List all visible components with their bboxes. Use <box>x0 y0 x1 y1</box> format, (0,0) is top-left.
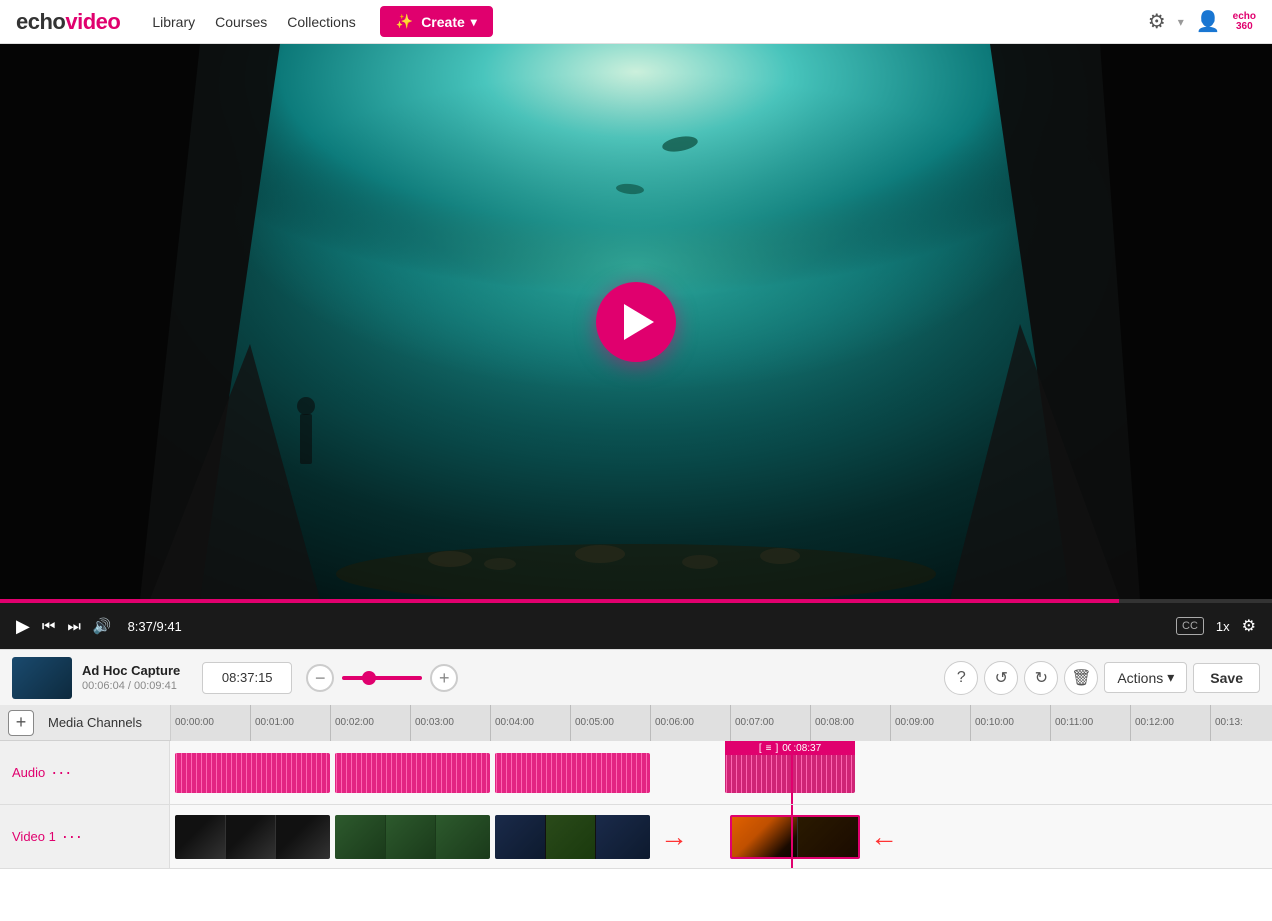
arrow-left-icon: ← <box>870 821 898 853</box>
ruler-tick-0: 00:00:00 <box>171 705 251 741</box>
capture-thumbnail <box>12 657 72 699</box>
capture-title: Ad Hoc Capture <box>82 663 180 678</box>
rewind-button[interactable]: ⏮ <box>42 618 56 635</box>
ruler-tick-12: 00:12:00 <box>1131 705 1211 741</box>
video-player[interactable] <box>0 44 1272 599</box>
controls-right: CC 1x ⚙ <box>1176 616 1256 636</box>
play-icon <box>624 304 654 340</box>
undo-button[interactable]: ↺ <box>984 661 1018 695</box>
ruler-tick-11: 00:11:00 <box>1051 705 1131 741</box>
actions-label: Actions <box>1117 670 1163 686</box>
ruler-tick-9: 00:09:00 <box>891 705 971 741</box>
ruler-tick-1: 00:01:00 <box>251 705 331 741</box>
media-channels-label: Media Channels <box>48 715 142 730</box>
audio-track-row: Audio ··· [ ≡ ] 00 <box>0 741 1272 805</box>
ruler-tick-2: 00:02:00 <box>331 705 411 741</box>
create-label: Create <box>421 14 465 30</box>
timeline-ruler: 00:00:00 00:01:00 00:02:00 00:03:00 00:0… <box>170 705 1272 741</box>
audio-waveform-4 <box>725 753 855 793</box>
ruler-tick-13: 00:13: <box>1211 705 1272 741</box>
audio-track-content[interactable]: [ ≡ ] 00:08:37 <box>170 741 1272 804</box>
ruler-tick-8: 00:08:00 <box>811 705 891 741</box>
zoom-out-button[interactable]: − <box>306 664 334 692</box>
echo360-badge: echo 360 <box>1233 12 1256 32</box>
ruler-tick-5: 00:05:00 <box>571 705 651 741</box>
video-block-selected <box>730 815 860 859</box>
actions-chevron: ▾ <box>1167 669 1174 686</box>
controls-bar: ▶ ⏮ ⏭ 🔊 8:37/9:41 CC 1x ⚙ <box>0 603 1272 649</box>
settings-chevron: ▾ <box>1178 15 1184 29</box>
ruler-tick-6: 00:06:00 <box>651 705 731 741</box>
video-label: Video 1 <box>12 829 56 844</box>
redo-button[interactable]: ↻ <box>1024 661 1058 695</box>
create-button[interactable]: ✨ Create ▾ <box>380 6 493 37</box>
zoom-slider[interactable] <box>342 676 422 680</box>
audio-waveform-3 <box>495 753 650 793</box>
settings-control[interactable]: ⚙ <box>1242 616 1256 636</box>
ruler-tick-3: 00:03:00 <box>411 705 491 741</box>
video-block-3 <box>495 815 650 859</box>
video-more-button[interactable]: ··· <box>62 826 83 847</box>
nav-link-library[interactable]: Library <box>152 14 195 30</box>
bracket-right-icon: ] <box>775 743 778 754</box>
playhead-video <box>791 805 793 868</box>
logo-video: video <box>65 9 120 35</box>
time-input[interactable] <box>202 662 292 694</box>
cc-button[interactable]: CC <box>1176 617 1204 635</box>
active-time: 00:08:37 <box>782 743 821 754</box>
progress-bar[interactable] <box>0 599 1272 603</box>
ruler-tick-4: 00:04:00 <box>491 705 571 741</box>
save-button[interactable]: Save <box>1193 663 1260 693</box>
video-block-2 <box>335 815 490 859</box>
logo[interactable]: echovideo <box>16 9 120 35</box>
editor-tools: ? ↺ ↻ 🗑 Actions ▾ Save <box>944 661 1260 695</box>
zoom-controls: − + <box>306 664 458 692</box>
time-display: 8:37/9:41 <box>128 619 182 634</box>
audio-label: Audio <box>12 765 45 780</box>
active-block-header: [ ≡ ] 00:08:37 <box>725 741 855 755</box>
chevron-down-icon: ▾ <box>471 15 477 29</box>
user-icon[interactable]: 👤 <box>1196 9 1221 34</box>
ruler-tick-7: 00:07:00 <box>731 705 811 741</box>
bracket-left-icon: [ <box>759 743 762 754</box>
help-button[interactable]: ? <box>944 661 978 695</box>
nav-right: ⚙ ▾ 👤 echo 360 <box>1148 9 1256 34</box>
forward-button[interactable]: ⏭ <box>67 618 81 635</box>
speed-control[interactable]: 1x <box>1216 619 1230 634</box>
video-block-1 <box>175 815 330 859</box>
play-button[interactable] <box>596 282 676 362</box>
navbar: echovideo Library Courses Collections ✨ … <box>0 0 1272 44</box>
timeline-section: + Media Channels 00:00:00 00:01:00 00:02… <box>0 705 1272 869</box>
audio-track-label: Audio ··· <box>0 741 170 804</box>
add-channel-button[interactable]: + <box>8 710 34 736</box>
actions-button[interactable]: Actions ▾ <box>1104 662 1187 693</box>
delete-button[interactable]: 🗑 <box>1064 661 1098 695</box>
capture-info: Ad Hoc Capture 00:06:04 / 00:09:41 <box>82 663 180 692</box>
settings-icon[interactable]: ⚙ <box>1148 9 1166 34</box>
timeline-header: + Media Channels 00:00:00 00:01:00 00:02… <box>0 705 1272 741</box>
editor-bar: Ad Hoc Capture 00:06:04 / 00:09:41 − + ?… <box>0 649 1272 705</box>
audio-waveform-2 <box>335 753 490 793</box>
playhead-audio <box>791 741 793 804</box>
list-icon: ≡ <box>766 743 772 754</box>
nav-link-courses[interactable]: Courses <box>215 14 267 30</box>
audio-waveform-1 <box>175 753 330 793</box>
arrow-right-icon: → <box>660 821 688 853</box>
audio-more-button[interactable]: ··· <box>51 762 72 783</box>
ruler-tick-10: 00:10:00 <box>971 705 1051 741</box>
video-track-label: Video 1 ··· <box>0 805 170 868</box>
video-track-row: Video 1 ··· → <box>0 805 1272 869</box>
volume-button[interactable]: 🔊 <box>93 617 112 635</box>
nav-links: Library Courses Collections <box>152 14 355 30</box>
progress-fill <box>0 599 1119 603</box>
capture-time-range: 00:06:04 / 00:09:41 <box>82 680 180 692</box>
zoom-in-button[interactable]: + <box>430 664 458 692</box>
logo-echo: echo <box>16 9 65 35</box>
video-track-content[interactable]: → ← 07:31.76 09:20.99 <box>170 805 1272 868</box>
nav-link-collections[interactable]: Collections <box>287 14 355 30</box>
play-pause-button[interactable]: ▶ <box>16 616 30 637</box>
